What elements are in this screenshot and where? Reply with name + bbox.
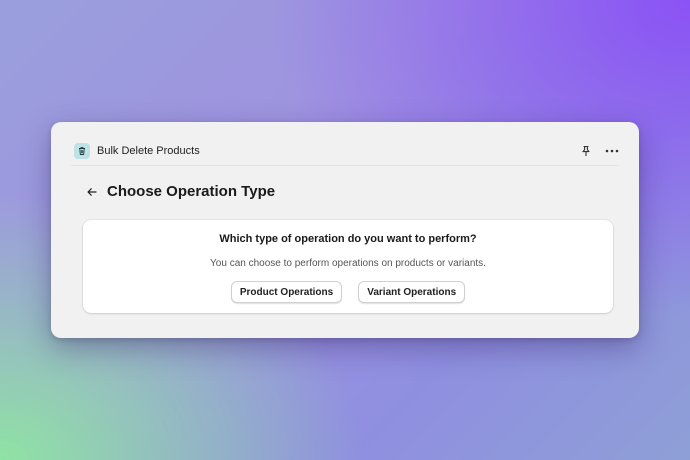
trash-icon <box>74 143 90 159</box>
more-icon[interactable] <box>605 144 619 158</box>
operation-card: Which type of operation do you want to p… <box>83 220 613 313</box>
page-title: Choose Operation Type <box>107 183 276 200</box>
card-question: Which type of operation do you want to p… <box>219 233 477 245</box>
card-description: You can choose to perform operations on … <box>210 258 486 269</box>
arrow-left-icon[interactable] <box>85 185 99 199</box>
product-operations-button[interactable]: Product Operations <box>230 281 343 303</box>
title-divider <box>71 165 619 166</box>
title-bar: Bulk Delete Products <box>71 140 619 162</box>
button-row: Product Operations Variant Operations <box>83 281 613 303</box>
title-actions <box>579 144 619 158</box>
page-header: Choose Operation Type <box>85 183 275 200</box>
app-title: Bulk Delete Products <box>97 145 200 157</box>
pin-icon[interactable] <box>579 144 593 158</box>
app-window: Bulk Delete Products Choose Operation Ty… <box>51 122 639 338</box>
variant-operations-button[interactable]: Variant Operations <box>358 281 466 303</box>
